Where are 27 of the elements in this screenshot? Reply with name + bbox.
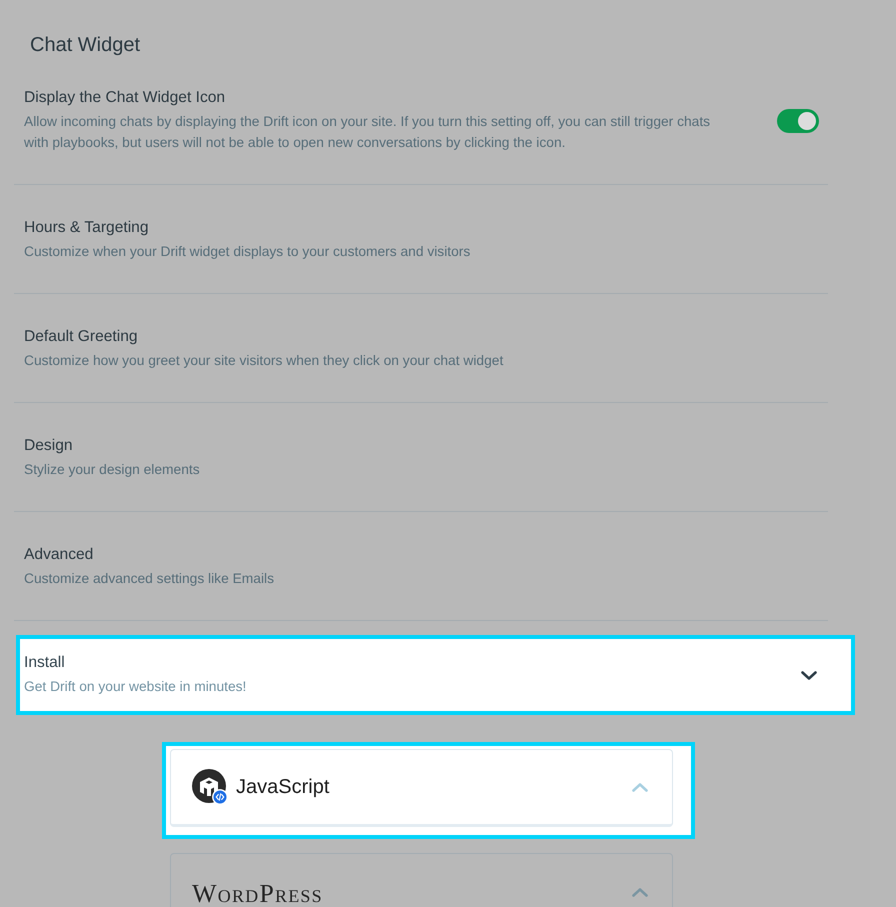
section-title: Advanced xyxy=(24,545,94,565)
chevron-up-icon[interactable] xyxy=(632,888,648,896)
settings-row[interactable]: Advanced Customize advanced settings like Emails xyxy=(14,512,828,621)
section-title: Default Greeting xyxy=(24,327,138,347)
settings-row[interactable]: Hours & Targeting Customize when your Drift widget displays to your customers and visitors xyxy=(14,185,828,294)
chevron-down-icon[interactable] xyxy=(801,670,817,680)
section-title: Design xyxy=(24,436,73,456)
install-option-card[interactable]: WordPress xyxy=(170,853,673,907)
section-description: Allow incoming chats by displaying the Drift icon on your site. If you turn this setting off, you can still trigger chats with playbooks, but users will not be able to open new conversations by clicking the icon. xyxy=(24,113,712,152)
install-option-card[interactable]: JavaScript xyxy=(170,749,673,827)
cube-badge-icon xyxy=(192,769,228,805)
wordpress-wordmark: WordPress xyxy=(192,879,323,907)
settings-row[interactable]: Default Greeting Customize how you greet your site visitors when they click on your chat widget xyxy=(14,294,828,403)
toggle-switch[interactable] xyxy=(777,108,819,132)
section-description: Customize advanced settings like Emails xyxy=(24,570,275,588)
section-title: Install xyxy=(24,653,65,673)
highlighted-settings-row[interactable]: Install Get Drift on your website in minutes! xyxy=(16,635,855,715)
section-description: Stylize your design elements xyxy=(24,461,201,479)
section-description: Customize when your Drift widget displays to your customers and visitors xyxy=(24,243,472,261)
chevron-up-icon[interactable] xyxy=(632,782,648,792)
section-title: Display the Chat Widget Icon xyxy=(24,88,226,108)
page-title: Chat Widget xyxy=(30,33,140,58)
section-title: Hours & Targeting xyxy=(24,218,149,238)
section-description: Customize how you greet your site visitors when they click on your chat widget xyxy=(24,352,504,370)
settings-row[interactable]: Design Stylize your design elements xyxy=(14,403,828,512)
section-description: Get Drift on your website in minutes! xyxy=(24,678,248,696)
option-label: JavaScript xyxy=(236,776,330,798)
